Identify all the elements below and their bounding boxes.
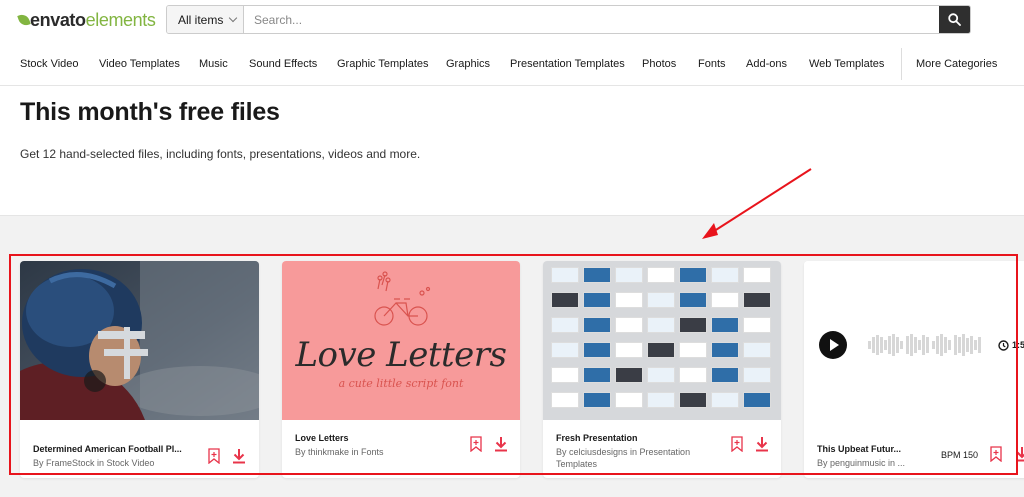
- page-title: This month's free files: [20, 98, 280, 126]
- logo-envato: envato: [30, 9, 86, 30]
- nav-music[interactable]: Music: [199, 58, 228, 70]
- nav-web-templates[interactable]: Web Templates: [809, 58, 884, 70]
- category-nav: Stock Video Video Templates Music Sound …: [0, 48, 1024, 80]
- search-input[interactable]: [244, 6, 939, 33]
- nav-fonts[interactable]: Fonts: [698, 58, 726, 70]
- nav-sound-effects[interactable]: Sound Effects: [249, 58, 317, 70]
- leaf-icon: [17, 12, 31, 28]
- page-subtitle: Get 12 hand-selected files, including fo…: [20, 147, 421, 161]
- nav-divider: [901, 48, 902, 80]
- nav-photos[interactable]: Photos: [642, 58, 676, 70]
- annotation-arrow: [702, 168, 812, 239]
- search-icon: [948, 13, 961, 26]
- nav-more-categories[interactable]: More Categories: [916, 58, 997, 70]
- search-bar: All items: [166, 5, 971, 34]
- nav-video-templates[interactable]: Video Templates: [99, 58, 180, 70]
- nav-graphic-templates[interactable]: Graphic Templates: [337, 58, 429, 70]
- site-header: envatoelements All items Stock Video Vid…: [0, 0, 1024, 86]
- nav-presentation-templates[interactable]: Presentation Templates: [510, 58, 625, 70]
- search-button[interactable]: [939, 6, 970, 33]
- search-category-select[interactable]: All items: [167, 6, 244, 33]
- nav-stock-video[interactable]: Stock Video: [20, 58, 79, 70]
- search-category-label: All items: [178, 12, 224, 27]
- nav-add-ons[interactable]: Add-ons: [746, 58, 787, 70]
- annotation-highlight-box: [9, 254, 1018, 475]
- chevron-down-icon: [229, 13, 238, 23]
- nav-graphics[interactable]: Graphics: [446, 58, 490, 70]
- logo-elements: elements: [85, 9, 156, 30]
- envato-elements-logo[interactable]: envatoelements: [17, 9, 156, 31]
